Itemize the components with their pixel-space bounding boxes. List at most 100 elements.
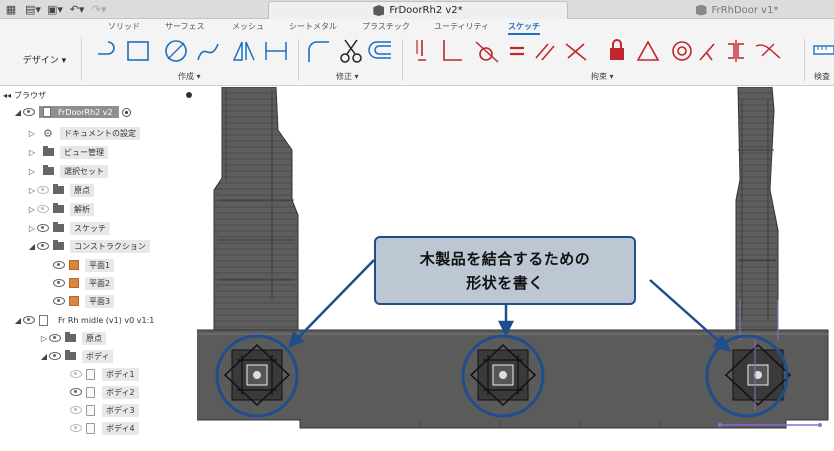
inspect-group-label[interactable]: 検査 [814, 71, 830, 82]
plane-icon [69, 278, 79, 288]
tab-solid[interactable]: ソリッド [108, 21, 140, 32]
expand-right-icon[interactable]: ▷ [27, 128, 37, 138]
expand-right-icon[interactable]: ▷ [27, 204, 37, 214]
left-upright-part[interactable] [213, 87, 299, 331]
visibility-eye-icon[interactable] [53, 279, 65, 287]
expand-down-icon[interactable]: ◢ [39, 351, 49, 361]
parallel-icon[interactable] [535, 43, 555, 61]
tree-item-bodies[interactable]: ◢ ボディ [39, 348, 114, 364]
right-upright-part[interactable] [735, 87, 779, 331]
tree-item-views[interactable]: ▷ ビュー管理 [27, 144, 108, 160]
modify-group-label[interactable]: 修正 ▾ [336, 71, 359, 82]
visibility-eye-icon[interactable] [53, 297, 65, 305]
tab-sheet-metal[interactable]: シートメタル [289, 21, 337, 32]
collapse-panel-icon[interactable]: ◂◂ [3, 91, 11, 100]
tree-item-body3[interactable]: ボディ3 [70, 402, 139, 418]
ribbon-separator [804, 39, 805, 81]
activate-radio-icon[interactable] [121, 107, 131, 117]
perpendicular-icon[interactable] [565, 43, 587, 61]
document-tab-active[interactable]: FrDoorRh2 v2* [268, 1, 568, 19]
expand-right-icon[interactable]: ▷ [27, 147, 37, 157]
midpoint-triangle-icon[interactable] [636, 40, 660, 61]
spline-tool-icon[interactable] [197, 43, 219, 61]
visibility-eye-icon[interactable] [49, 352, 61, 360]
create-tools [98, 40, 287, 62]
document-tab-label: FrRhDoor v1* [711, 4, 779, 16]
tab-utilities[interactable]: ユーティリティ [434, 21, 489, 32]
file-menu-icon[interactable]: ▤▾ [25, 2, 41, 16]
mirror-tool-icon[interactable] [232, 41, 255, 61]
joint-sketch-left[interactable] [223, 343, 291, 407]
visibility-eye-icon[interactable] [53, 261, 65, 269]
equal-icon[interactable] [510, 46, 524, 56]
tab-surface[interactable]: サーフェス [165, 21, 205, 32]
tree-item-comp-origin[interactable]: ▷ 原点 [39, 330, 106, 346]
root-component-label: FrDoorRh2 v2 [39, 106, 119, 118]
tree-item-component[interactable]: ◢ Fr Rh midle (v1) v0 v1:1 [13, 312, 159, 328]
dimension-tool-icon[interactable] [265, 42, 287, 60]
tree-item-body2[interactable]: ボディ2 [70, 384, 139, 400]
trim-tool-icon[interactable] [340, 39, 362, 63]
fillet-tool-icon[interactable] [308, 41, 329, 62]
tree-item-body4[interactable]: ボディ4 [70, 420, 139, 436]
tree-item-doc-settings[interactable]: ▷ ⚙ ドキュメントの設定 [27, 125, 140, 141]
horizontal-vertical-icon[interactable] [416, 40, 426, 61]
save-icon[interactable]: ▣▾ [47, 2, 63, 16]
expand-right-icon[interactable]: ▷ [27, 223, 37, 233]
tree-item-plane1[interactable]: 平面1 [53, 257, 115, 273]
tree-item-select-sets[interactable]: ▷ 選択セット [27, 163, 108, 179]
visibility-eye-icon[interactable] [70, 370, 82, 378]
visibility-eye-icon[interactable] [37, 224, 49, 232]
visibility-eye-icon[interactable] [37, 205, 49, 213]
expand-down-icon[interactable]: ◢ [13, 315, 23, 325]
visibility-eye-icon[interactable] [70, 388, 82, 396]
document-tab-inactive[interactable]: FrRhDoor v1* [640, 1, 834, 19]
joint-sketch-center[interactable] [469, 343, 537, 407]
curvature-icon[interactable] [755, 43, 781, 59]
tree-item-body1[interactable]: ボディ1 [70, 366, 139, 382]
pin-icon[interactable] [186, 92, 192, 98]
tab-mesh[interactable]: メッシュ [232, 21, 264, 32]
expand-right-icon[interactable]: ▷ [27, 185, 37, 195]
modify-tools [308, 39, 391, 63]
tab-sketch[interactable]: スケッチ [508, 21, 540, 35]
rectangle-tool-icon[interactable] [127, 41, 149, 61]
tab-plastic[interactable]: プラスチック [362, 21, 410, 32]
offset-tool-icon[interactable] [368, 41, 391, 59]
tree-item-analysis[interactable]: ▷ 解析 [27, 201, 94, 217]
expand-down-icon[interactable]: ◢ [27, 241, 37, 251]
tree-item-label: ボディ3 [102, 403, 139, 417]
tangent-icon[interactable] [475, 41, 499, 63]
tree-item-plane2[interactable]: 平面2 [53, 275, 115, 291]
concentric-icon[interactable] [672, 41, 692, 61]
visibility-eye-icon[interactable] [23, 316, 35, 324]
circle-tool-icon[interactable] [165, 40, 187, 62]
tree-root[interactable]: ◢ FrDoorRh2 v2 [13, 104, 131, 120]
expand-right-icon[interactable]: ▷ [39, 333, 49, 343]
canvas-viewport[interactable]: 木製品を結合するための 形状を書く [197, 87, 834, 451]
coincident-icon[interactable] [443, 40, 462, 61]
tree-item-construction[interactable]: ◢ コンストラクション [27, 238, 150, 254]
visibility-eye-icon[interactable] [70, 406, 82, 414]
visibility-eye-icon[interactable] [23, 108, 35, 116]
tree-item-plane3[interactable]: 平面3 [53, 293, 115, 309]
collinear-icon[interactable] [699, 43, 715, 61]
fix-lock-icon[interactable] [610, 39, 624, 60]
symmetry-icon[interactable] [728, 40, 744, 62]
measure-ruler-icon[interactable] [813, 45, 834, 55]
constraints-group-label[interactable]: 拘束 ▾ [591, 71, 614, 82]
tree-item-origin[interactable]: ▷ 原点 [27, 182, 94, 198]
undo-icon[interactable]: ↶▾ [69, 2, 85, 16]
line-tool-icon[interactable] [98, 41, 115, 55]
expand-down-icon[interactable]: ◢ [13, 107, 23, 117]
expand-right-icon[interactable]: ▷ [27, 166, 37, 176]
visibility-eye-icon[interactable] [37, 186, 49, 194]
workspace-switcher[interactable]: デザイン ▾ [8, 37, 82, 81]
visibility-eye-icon[interactable] [70, 424, 82, 432]
visibility-eye-icon[interactable] [37, 242, 49, 250]
visibility-eye-icon[interactable] [49, 334, 61, 342]
create-group-label[interactable]: 作成 ▾ [178, 71, 201, 82]
tree-item-sketches[interactable]: ▷ スケッチ [27, 220, 110, 236]
app-grid-icon[interactable]: ▦ [3, 2, 19, 16]
redo-icon[interactable]: ↷▾ [91, 2, 107, 16]
